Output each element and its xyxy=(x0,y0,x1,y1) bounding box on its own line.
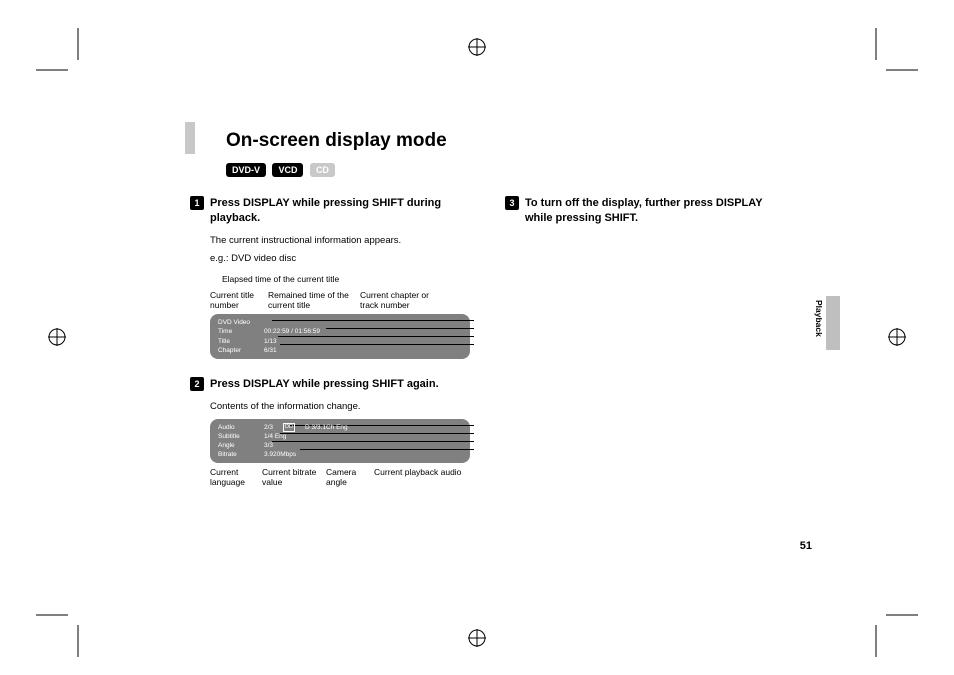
step-2-callouts-bottom: Current language Current bitrate value C… xyxy=(210,467,470,487)
dolby-icon: DD xyxy=(283,423,295,432)
step-1-example: e.g.: DVD video disc xyxy=(210,253,475,264)
osd1-chapter-value: 6/31 xyxy=(264,346,277,355)
step-2-body: Contents of the information change. xyxy=(210,400,475,413)
osd2-audio-value: 2/3 xyxy=(264,423,273,432)
step-3: 3 To turn off the display, further press… xyxy=(505,196,790,226)
osd1-header: DVD Video xyxy=(218,318,254,327)
osd2-subtitle-label: Subtitle xyxy=(218,432,254,441)
step-2: 2 Press DISPLAY while pressing SHIFT aga… xyxy=(190,377,475,392)
badge-dvdv: DVD-V xyxy=(226,163,266,177)
osd2-bitrate-value: 3.920Mbps xyxy=(264,450,296,459)
step-number-1: 1 xyxy=(190,196,204,210)
osd1-title-label: Title xyxy=(218,337,254,346)
page-number: 51 xyxy=(800,540,812,552)
step-1-heading: Press DISPLAY while pressing SHIFT durin… xyxy=(210,196,475,226)
step-number-2: 2 xyxy=(190,377,204,391)
section-tab-label: Playback xyxy=(814,300,824,337)
step-number-3: 3 xyxy=(505,196,519,210)
callout-bitrate: Current bitrate value xyxy=(262,467,326,487)
callout-language: Current language xyxy=(210,467,262,487)
step-2-heading: Press DISPLAY while pressing SHIFT again… xyxy=(210,377,439,392)
osd2-bitrate-label: Bitrate xyxy=(218,450,254,459)
badge-vcd: VCD xyxy=(272,163,303,177)
osd1-title-value: 1/13 xyxy=(264,337,277,346)
osd1-chapter-label: Chapter xyxy=(218,346,254,355)
badge-cd: CD xyxy=(310,163,335,177)
osd2-audio-label: Audio xyxy=(218,423,254,432)
osd2-subtitle-value: 1/4 Eng xyxy=(264,432,286,441)
osd2-audio-value2: D 3/3.1Ch Eng xyxy=(305,423,348,432)
right-column: 3 To turn off the display, further press… xyxy=(505,196,790,488)
format-badges: DVD-V VCD CD xyxy=(226,160,790,178)
manual-page: On-screen display mode DVD-V VCD CD 1 Pr… xyxy=(190,130,790,488)
osd2-angle-label: Angle xyxy=(218,441,254,450)
step-1-callouts-top: Elapsed time of the current title Curren… xyxy=(210,274,462,310)
callout-chapter: Current chapter or track number xyxy=(360,290,440,310)
left-column: 1 Press DISPLAY while pressing SHIFT dur… xyxy=(190,196,475,488)
callout-angle: Camera angle xyxy=(326,467,374,487)
callout-title-number: Current title number xyxy=(210,290,268,310)
osd1-time-value: 00:22:59 / 01:56:59 xyxy=(264,327,320,336)
osd-panel-1: DVD Video Time 00:22:59 / 01:56:59 Title 1… xyxy=(210,314,470,358)
osd2-angle-value: 3/3 xyxy=(264,441,273,450)
osd-panel-2: Audio2/3DDD 3/3.1Ch Eng Subtitle1/4 Eng … xyxy=(210,419,470,463)
step-1: 1 Press DISPLAY while pressing SHIFT dur… xyxy=(190,196,475,226)
callout-remain-time: Remained time of the current title xyxy=(268,290,360,310)
section-tab-bg xyxy=(826,296,840,350)
step-1-body: The current instructional information ap… xyxy=(210,234,475,247)
step-3-heading: To turn off the display, further press D… xyxy=(525,196,790,226)
callout-elapsed: Elapsed time of the current title xyxy=(222,274,462,284)
page-title: On-screen display mode xyxy=(226,130,790,152)
osd1-time-label: Time xyxy=(218,327,254,336)
callout-audio: Current playback audio xyxy=(374,467,464,487)
